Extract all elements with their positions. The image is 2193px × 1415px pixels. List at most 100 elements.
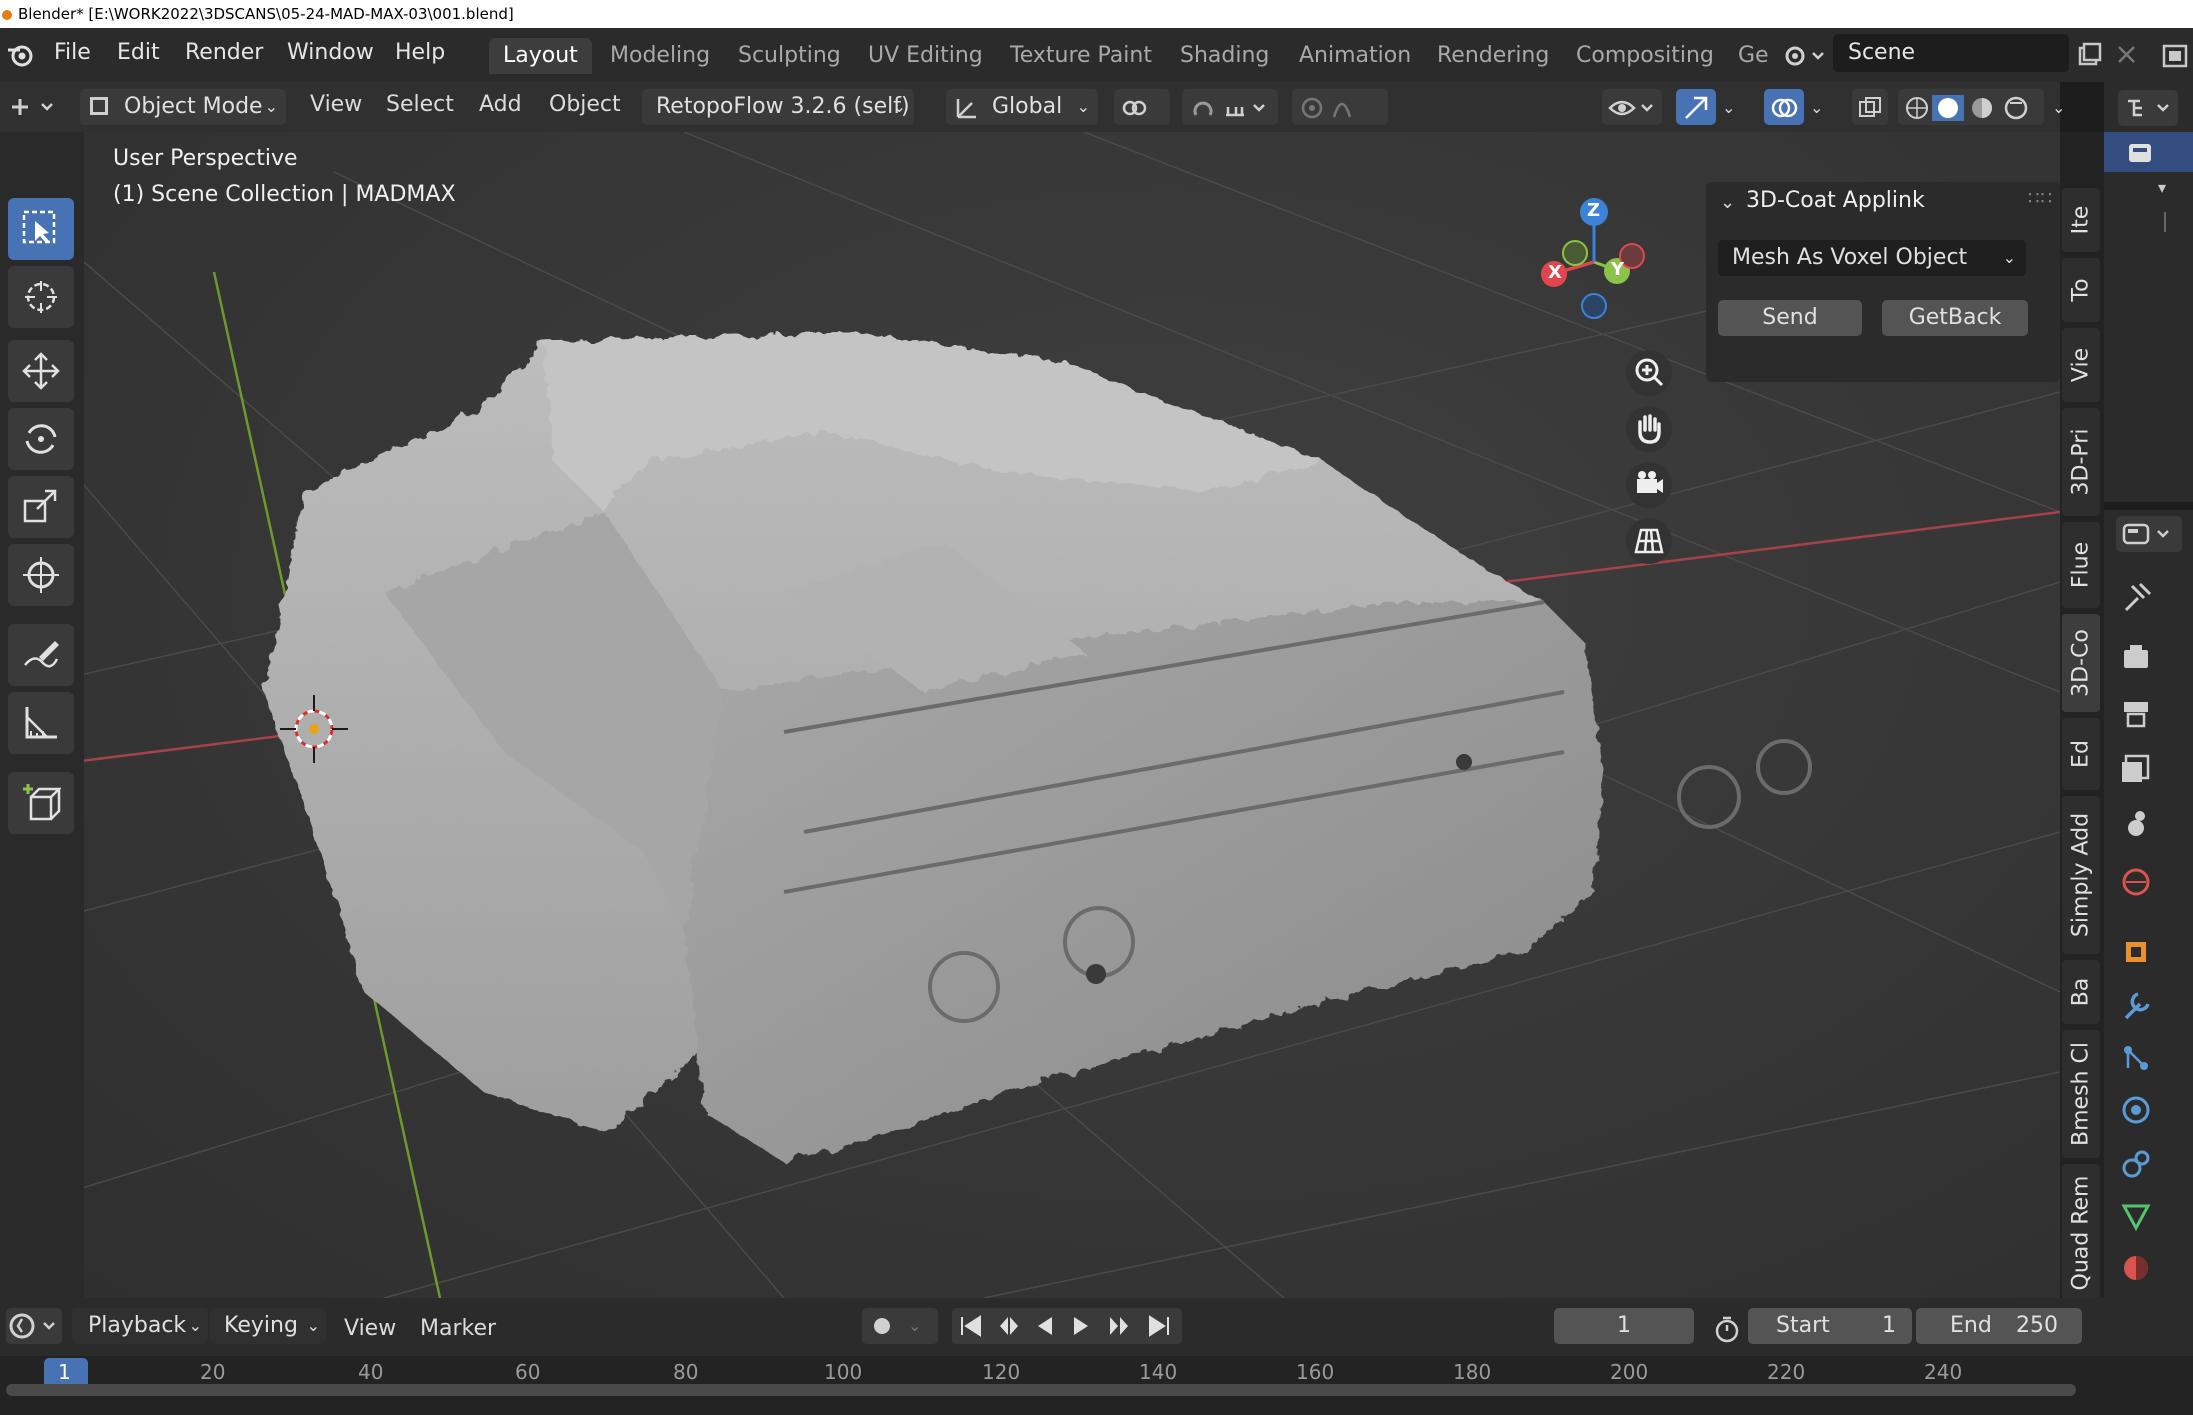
3d-viewport[interactable]: User Perspective (1) Scene Collection | …: [84, 132, 2060, 1298]
gizmo-toggle[interactable]: [1676, 89, 1716, 125]
sidebar-tab-3d-coat[interactable]: 3D-Co: [2062, 614, 2100, 712]
menu-view[interactable]: View: [310, 92, 362, 117]
sidebar-tab-tool[interactable]: To: [2062, 258, 2100, 322]
collapse-chevron-icon[interactable]: ⌄: [1720, 192, 1735, 213]
tab-geometry-nodes[interactable]: Ge: [1724, 38, 1774, 74]
scene-name-field[interactable]: Scene: [1833, 34, 2069, 72]
material-properties-icon[interactable]: [2118, 1250, 2154, 1286]
tab-uv-editing[interactable]: UV Editing: [854, 38, 997, 74]
sidebar-tab-edit[interactable]: Ed: [2062, 718, 2100, 790]
tab-layout[interactable]: Layout: [489, 38, 592, 74]
transform-tool[interactable]: [8, 544, 74, 606]
auto-keying-toggle[interactable]: ⌄: [862, 1308, 938, 1344]
timeline-scrollbar[interactable]: [6, 1384, 2076, 1396]
new-scene-icon[interactable]: [2074, 40, 2104, 70]
cursor-tool[interactable]: [8, 266, 74, 328]
particles-properties-icon[interactable]: [2118, 1040, 2154, 1076]
expand-arrow-icon[interactable]: ▾: [2158, 178, 2166, 197]
world-properties-icon[interactable]: [2118, 864, 2154, 900]
render-properties-icon[interactable]: [2118, 640, 2154, 676]
delete-scene-icon[interactable]: [2114, 42, 2140, 68]
object-properties-icon[interactable]: [2118, 934, 2154, 970]
menu-select[interactable]: Select: [386, 92, 454, 117]
stopwatch-icon[interactable]: [1712, 1314, 1742, 1344]
timeline-view-menu[interactable]: View: [344, 1316, 396, 1341]
scale-tool[interactable]: [8, 476, 74, 538]
move-tool[interactable]: [8, 340, 74, 402]
tab-sculpting[interactable]: Sculpting: [724, 38, 855, 74]
output-properties-icon[interactable]: [2118, 696, 2154, 732]
timeline-area[interactable]: [0, 1356, 2193, 1415]
tool-properties-icon[interactable]: [2118, 580, 2154, 616]
constraints-properties-icon[interactable]: [2118, 1146, 2154, 1182]
keying-menu[interactable]: Keying ⌄: [210, 1308, 326, 1344]
select-box-tool[interactable]: [8, 198, 74, 260]
tab-shading[interactable]: Shading: [1166, 38, 1283, 74]
retopoflow-dropdown[interactable]: RetopoFlow 3.2.6 (self) ⌄: [642, 89, 914, 125]
tab-rendering[interactable]: Rendering: [1423, 38, 1563, 74]
measure-tool[interactable]: [8, 692, 74, 754]
annotate-tool[interactable]: [8, 624, 74, 686]
timeline-marker-menu[interactable]: Marker: [420, 1316, 496, 1341]
camera-view-button[interactable]: [1626, 462, 1672, 508]
properties-editor-type[interactable]: [2116, 516, 2182, 552]
xray-toggle[interactable]: [1852, 89, 1888, 125]
applink-export-type-dropdown[interactable]: Mesh As Voxel Object ⌄: [1718, 240, 2026, 276]
outliner-scene-row[interactable]: [2104, 132, 2193, 172]
outliner-display-mode[interactable]: [2118, 90, 2178, 126]
playback-menu[interactable]: Playback ⌄: [72, 1308, 208, 1344]
menu-help[interactable]: Help: [395, 40, 445, 65]
overlays-toggle[interactable]: [1764, 89, 1804, 125]
end-frame-field[interactable]: End 250: [1916, 1308, 2082, 1344]
menu-add[interactable]: Add: [479, 92, 522, 117]
mode-dropdown[interactable]: Object Mode ⌄: [80, 89, 286, 125]
tab-compositing[interactable]: Compositing: [1562, 38, 1728, 74]
pan-button[interactable]: [1626, 406, 1672, 452]
data-properties-icon[interactable]: [2118, 1198, 2154, 1234]
proportional-editing-controls[interactable]: [1292, 89, 1388, 125]
scene-selector-icon[interactable]: [1781, 40, 1827, 72]
car-scan-mesh[interactable]: [264, 332, 1604, 1162]
sidebar-tab-view[interactable]: Vie: [2062, 328, 2100, 402]
sidebar-tab-item[interactable]: Ite: [2062, 188, 2100, 252]
physics-properties-icon[interactable]: [2118, 1092, 2154, 1128]
drag-handle-icon[interactable]: ∷∷: [2028, 188, 2053, 209]
navigation-gizmo[interactable]: Z X Y: [1524, 188, 1664, 328]
orientation-dropdown[interactable]: Global ⌄: [946, 89, 1098, 125]
chevron-down-icon[interactable]: ⌄: [1810, 98, 1823, 117]
tab-animation[interactable]: Animation: [1285, 38, 1425, 74]
sidebar-tab-3d-print[interactable]: 3D-Pri: [2062, 408, 2100, 516]
shading-modes[interactable]: [1898, 89, 2044, 125]
modifier-properties-icon[interactable]: [2118, 988, 2154, 1024]
tab-modeling[interactable]: Modeling: [596, 38, 724, 74]
editor-type-icon[interactable]: [6, 90, 62, 124]
sidebar-tab-simply-add[interactable]: Simply Add: [2062, 796, 2100, 954]
tab-texture-paint[interactable]: Texture Paint: [996, 38, 1166, 74]
menu-window[interactable]: Window: [287, 40, 374, 65]
menu-render[interactable]: Render: [185, 40, 263, 65]
scene-properties-icon[interactable]: [2118, 806, 2154, 842]
pivot-point-dropdown[interactable]: [1114, 89, 1170, 125]
playback-controls[interactable]: [952, 1308, 1182, 1344]
sidebar-tab-quad-remesher[interactable]: Quad Rem: [2062, 1164, 2100, 1302]
timeline-editor-type[interactable]: [6, 1308, 62, 1344]
visibility-dropdown[interactable]: [1602, 89, 1662, 125]
current-frame-field[interactable]: 1: [1554, 1308, 1694, 1344]
view-layer-properties-icon[interactable]: [2118, 752, 2154, 788]
menu-file[interactable]: File: [54, 40, 91, 65]
sidebar-tab-fluent[interactable]: Flue: [2062, 522, 2100, 608]
send-button[interactable]: Send: [1718, 300, 1862, 336]
chevron-down-icon[interactable]: ⌄: [1722, 98, 1735, 117]
start-frame-field[interactable]: Start 1: [1748, 1308, 1912, 1344]
zoom-button[interactable]: [1626, 350, 1672, 396]
chevron-down-icon[interactable]: ⌄: [2052, 98, 2065, 117]
sidebar-tab-bmesh-cleaner[interactable]: Bmesh Cl: [2062, 1030, 2100, 1158]
add-cube-tool[interactable]: [8, 772, 74, 834]
applink-panel-title[interactable]: 3D-Coat Applink: [1746, 188, 1925, 213]
projection-toggle-button[interactable]: [1626, 518, 1672, 564]
rotate-tool[interactable]: [8, 408, 74, 470]
snapping-controls[interactable]: [1182, 89, 1278, 125]
blender-menu-icon[interactable]: [6, 40, 36, 70]
menu-object[interactable]: Object: [549, 92, 621, 117]
sidebar-tab-ba[interactable]: Ba: [2062, 960, 2100, 1024]
